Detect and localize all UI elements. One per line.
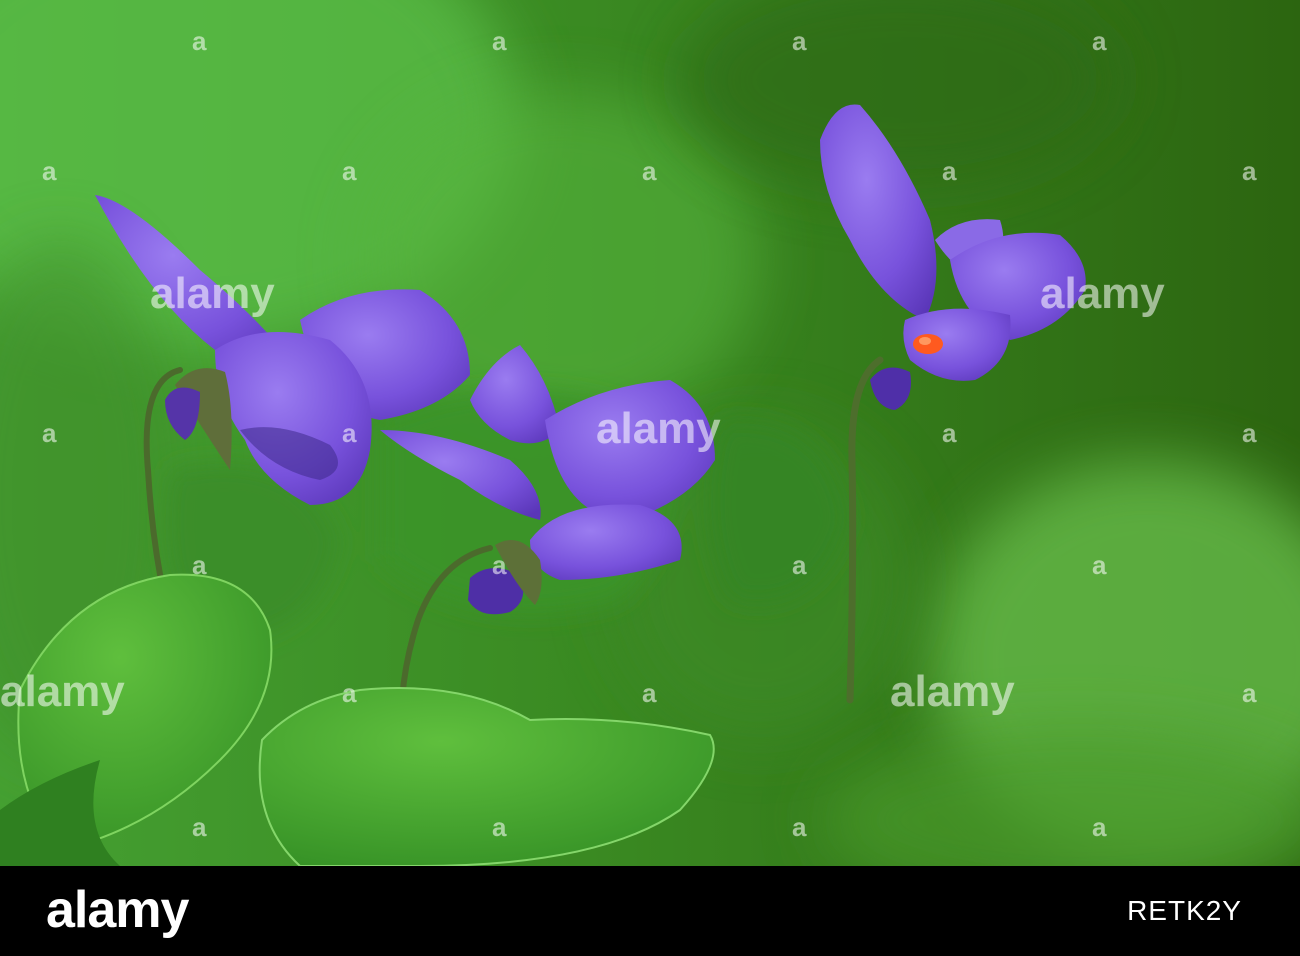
- image-id-label: RETK2Y: [1127, 895, 1242, 926]
- watermark-glyph: a: [1092, 26, 1107, 56]
- watermark-glyph: a: [42, 156, 57, 186]
- watermark-glyph: a: [342, 418, 357, 448]
- photo: a a a a a a a a a a a a a a a a a a a a …: [0, 0, 1300, 866]
- watermark-glyph: a: [942, 156, 957, 186]
- watermark-glyph: a: [942, 418, 957, 448]
- watermark-glyph: a: [792, 812, 807, 842]
- watermark-glyph: a: [492, 26, 507, 56]
- watermark-glyph: a: [42, 418, 57, 448]
- watermark-glyph: a: [792, 26, 807, 56]
- watermark-glyph: a: [792, 550, 807, 580]
- watermark-glyph: a: [192, 26, 207, 56]
- watermark-glyph: a: [1242, 678, 1257, 708]
- watermark-word: alamy: [596, 404, 721, 453]
- stock-banner: alamy RETK2Y: [0, 866, 1300, 956]
- watermark-word: alamy: [150, 269, 275, 318]
- watermark-glyph: a: [192, 812, 207, 842]
- watermark-word: alamy: [890, 667, 1015, 716]
- watermark-word: alamy: [1040, 269, 1165, 318]
- watermark-glyph: a: [1092, 812, 1107, 842]
- watermark-glyph: a: [492, 550, 507, 580]
- watermark-word: alamy: [0, 667, 125, 716]
- watermark-glyph: a: [192, 550, 207, 580]
- watermark-glyph: a: [1242, 418, 1257, 448]
- watermark-glyph: a: [642, 678, 657, 708]
- watermark-glyph: a: [1092, 550, 1107, 580]
- watermark-glyph: a: [342, 678, 357, 708]
- watermark-glyph: a: [1242, 156, 1257, 186]
- alamy-logo: alamy: [46, 881, 189, 939]
- watermark-glyph: a: [642, 156, 657, 186]
- watermark-glyph: a: [492, 812, 507, 842]
- watermark-glyph: a: [342, 156, 357, 186]
